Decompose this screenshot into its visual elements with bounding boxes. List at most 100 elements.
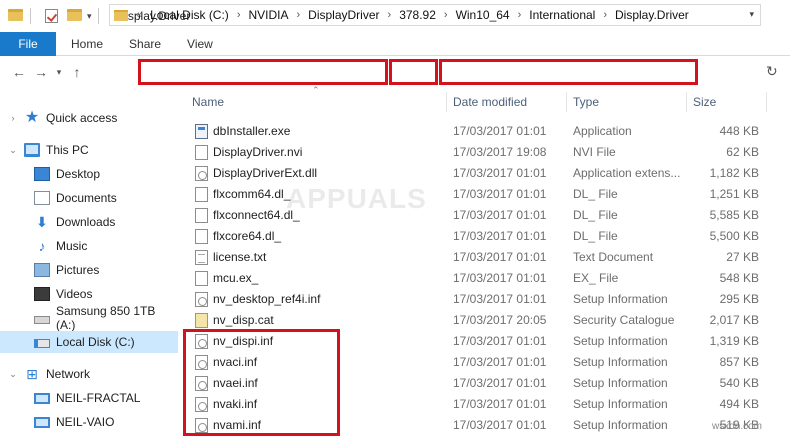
file-size: 494 KB: [719, 397, 759, 411]
file-row[interactable]: flxcomm64.dl_ 17/03/2017 01:01 DL_ File …: [183, 184, 790, 205]
sidebar-item-documents[interactable]: Documents: [0, 187, 178, 209]
file-row[interactable]: nv_dispi.inf 17/03/2017 01:01 Setup Info…: [183, 331, 790, 352]
breadcrumb-display-driver[interactable]: Display.Driver: [615, 8, 689, 22]
chevron-down-icon[interactable]: ⌄: [6, 369, 20, 380]
file-row[interactable]: flxconnect64.dl_ 17/03/2017 01:01 DL_ Fi…: [183, 205, 790, 226]
file-type: Setup Information: [573, 334, 668, 348]
file-type: Setup Information: [573, 376, 668, 390]
file-date: 17/03/2017 19:08: [453, 145, 547, 159]
tab-home[interactable]: Home: [58, 37, 116, 51]
column-header-date[interactable]: Date modified: [453, 88, 565, 116]
file-name: nv_disp.cat: [213, 313, 274, 327]
breadcrumb-overflow[interactable]: «: [136, 9, 142, 21]
chevron-right-icon[interactable]: ›: [6, 113, 20, 123]
sidebar-item-label: Desktop: [56, 167, 101, 181]
sidebar-item-pictures[interactable]: Pictures: [0, 259, 178, 281]
address-dropdown-icon[interactable]: ▾: [749, 9, 754, 20]
file-type: DL_ File: [573, 187, 618, 201]
column-divider[interactable]: [446, 92, 447, 112]
recent-locations-icon[interactable]: ▾: [52, 67, 66, 78]
breadcrumb-international[interactable]: International: [529, 8, 595, 22]
breadcrumb-displaydriver[interactable]: DisplayDriver: [308, 8, 379, 22]
file-row[interactable]: dbInstaller.exe 17/03/2017 01:01 Applica…: [183, 121, 790, 142]
tab-file[interactable]: File: [0, 31, 56, 56]
tab-view[interactable]: View: [174, 37, 226, 51]
sidebar-item-label: NEIL-VAIO: [56, 415, 115, 429]
toolbar-divider: [97, 8, 99, 24]
breadcrumb-nvidia[interactable]: NVIDIA: [248, 8, 288, 22]
file-name: nvaci.inf: [213, 355, 258, 369]
file-row[interactable]: nvaci.inf 17/03/2017 01:01 Setup Informa…: [183, 352, 790, 373]
file-size: 2,017 KB: [709, 313, 759, 327]
chevron-right-icon[interactable]: ›: [237, 9, 241, 21]
file-row[interactable]: DisplayDriver.nvi 17/03/2017 19:08 NVI F…: [183, 142, 790, 163]
file-date: 17/03/2017 01:01: [453, 166, 547, 180]
sidebar-item-samsung-drive[interactable]: Samsung 850 1TB (A:): [0, 304, 178, 332]
file-row[interactable]: nv_desktop_ref4i.inf 17/03/2017 01:01 Se…: [183, 289, 790, 310]
sidebar-item-neil-fractal[interactable]: NEIL-FRACTAL: [0, 387, 178, 409]
file-name: DisplayDriverExt.dll: [213, 166, 318, 180]
sidebar-item-neil-vaio[interactable]: NEIL-VAIO: [0, 411, 178, 433]
file-row[interactable]: flxcore64.dl_ 17/03/2017 01:01 DL_ File …: [183, 226, 790, 247]
file-type: Application: [573, 124, 632, 138]
breadcrumb-version[interactable]: 378.92: [399, 8, 436, 22]
back-icon[interactable]: ←: [8, 64, 30, 80]
tab-share[interactable]: Share: [116, 37, 174, 51]
chevron-right-icon[interactable]: ›: [518, 9, 522, 21]
file-size: 448 KB: [719, 124, 759, 138]
chevron-right-icon[interactable]: ›: [297, 9, 301, 21]
sidebar-item-music[interactable]: ♪ Music: [0, 235, 178, 257]
chevron-right-icon[interactable]: ›: [603, 9, 607, 21]
breadcrumb-local-disk[interactable]: Local Disk (C:): [150, 8, 229, 22]
breadcrumb-win10-64[interactable]: Win10_64: [456, 8, 510, 22]
customize-quick-access-icon[interactable]: ▾: [87, 11, 92, 22]
chevron-right-icon[interactable]: ›: [388, 9, 392, 21]
file-row[interactable]: mcu.ex_ 17/03/2017 01:01 EX_ File 548 KB: [183, 268, 790, 289]
file-row[interactable]: nv_disp.cat 17/03/2017 20:05 Security Ca…: [183, 310, 790, 331]
sidebar-item-local-disk[interactable]: Local Disk (C:): [0, 331, 178, 353]
up-icon[interactable]: ↑: [66, 64, 88, 80]
file-date: 17/03/2017 01:01: [453, 418, 547, 432]
file-name: license.txt: [213, 250, 267, 264]
file-date: 17/03/2017 01:01: [453, 271, 547, 285]
file-type: Text Document: [573, 250, 654, 264]
sidebar-item-this-pc[interactable]: ⌄ This PC: [0, 139, 178, 161]
file-date: 17/03/2017 01:01: [453, 250, 547, 264]
column-divider[interactable]: [566, 92, 567, 112]
chevron-down-icon[interactable]: ⌄: [6, 145, 20, 156]
file-row[interactable]: DisplayDriverExt.dll 17/03/2017 01:01 Ap…: [183, 163, 790, 184]
column-header-type[interactable]: Type: [573, 88, 685, 116]
forward-icon[interactable]: →: [30, 64, 52, 80]
ribbon-tabs: File Home Share View: [0, 31, 790, 56]
refresh-icon[interactable]: ↻: [766, 63, 778, 80]
sidebar-item-desktop[interactable]: Desktop: [0, 163, 178, 185]
setup-file-icon: [195, 355, 208, 370]
sidebar-item-label: Music: [56, 239, 88, 253]
file-size: 295 KB: [719, 292, 759, 306]
network-icon: ⊞: [26, 366, 38, 382]
properties-icon[interactable]: [45, 9, 61, 23]
sidebar-item-videos[interactable]: Videos: [0, 283, 178, 305]
column-divider[interactable]: [686, 92, 687, 112]
file-row[interactable]: nvaei.inf 17/03/2017 01:01 Setup Informa…: [183, 373, 790, 394]
chevron-right-icon[interactable]: ›: [444, 9, 448, 21]
column-header-size[interactable]: Size: [693, 88, 763, 116]
sidebar-item-quick-access[interactable]: › ★ Quick access: [0, 107, 178, 129]
file-icon: [195, 145, 208, 160]
column-divider[interactable]: [766, 92, 767, 112]
appuals-watermark: APPUALS: [286, 183, 427, 214]
setup-file-icon: [195, 376, 208, 391]
catalog-file-icon: [195, 313, 208, 328]
address-bar[interactable]: « Local Disk (C:) › NVIDIA › DisplayDriv…: [109, 4, 761, 26]
file-row[interactable]: license.txt 17/03/2017 01:01 Text Docume…: [183, 247, 790, 268]
sidebar-item-downloads[interactable]: ⬇ Downloads: [0, 211, 178, 233]
file-name: nvami.inf: [213, 418, 262, 432]
star-icon: ★: [24, 109, 40, 126]
file-date: 17/03/2017 01:01: [453, 292, 547, 306]
sidebar-item-label: Samsung 850 1TB (A:): [56, 304, 156, 332]
file-row[interactable]: nvami.inf 17/03/2017 01:01 Setup Informa…: [183, 415, 790, 436]
file-type: Setup Information: [573, 355, 668, 369]
new-folder-icon[interactable]: [67, 9, 83, 23]
sidebar-item-network[interactable]: ⌄ ⊞ Network: [0, 363, 178, 385]
file-row[interactable]: nvaki.inf 17/03/2017 01:01 Setup Informa…: [183, 394, 790, 415]
